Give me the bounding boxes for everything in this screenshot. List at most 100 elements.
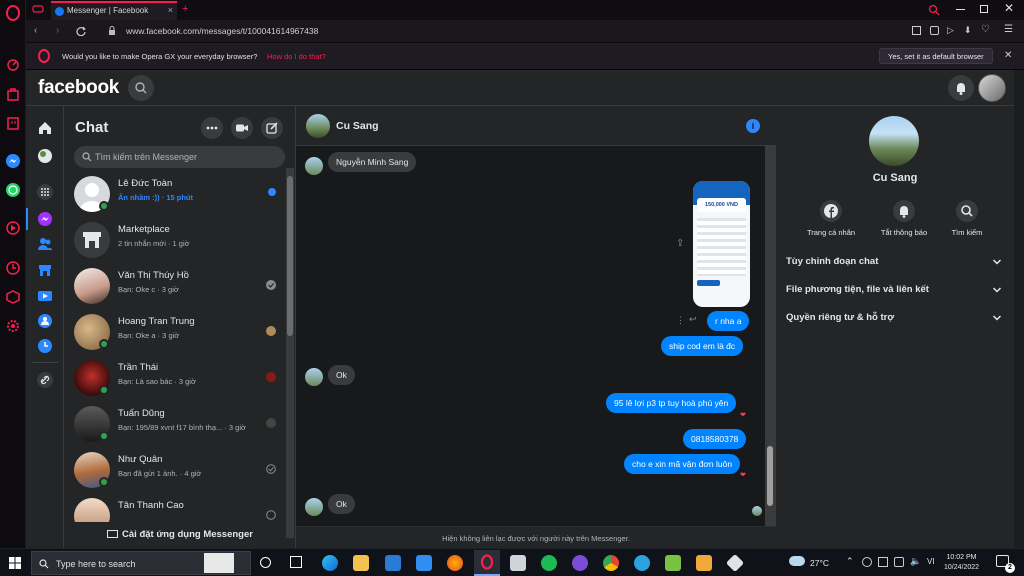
taskbar-search[interactable]: Type here to search xyxy=(31,551,251,575)
heart-reaction-icon[interactable]: ❤ xyxy=(740,411,746,419)
info-icon[interactable]: i xyxy=(746,119,760,133)
contact-avatar[interactable] xyxy=(306,114,330,138)
conversation-item[interactable]: Như Quân Bạn đã gửi 1 ảnh. · 4 giờ xyxy=(64,446,286,492)
cortana-icon[interactable] xyxy=(260,557,271,568)
message-bubble-in[interactable]: Nguyễn Minh Sang xyxy=(328,152,417,172)
conversation-item[interactable]: Marketplace 2 tin nhắn mới · 1 giờ xyxy=(64,216,286,262)
minimize-icon[interactable] xyxy=(956,9,965,10)
conversation-item[interactable]: Trần Thái Bạn: Là sao bác · 3 giờ xyxy=(64,354,286,400)
mail-icon[interactable] xyxy=(416,555,432,571)
message-bubble-out[interactable]: 0818580378 xyxy=(683,429,747,449)
discord-icon[interactable] xyxy=(572,555,588,571)
download-icon[interactable]: ⬇ xyxy=(964,25,972,36)
history-icon[interactable] xyxy=(5,260,21,276)
opera-taskbar-item[interactable] xyxy=(474,550,500,576)
message-image[interactable]: 150,000 VND xyxy=(693,181,750,307)
app-icon[interactable] xyxy=(696,555,712,571)
infobar-link[interactable]: How do I do that? xyxy=(267,52,326,61)
share-icon[interactable]: ▷ xyxy=(947,25,954,36)
page-scrollbar[interactable] xyxy=(1014,70,1024,548)
cube-icon[interactable] xyxy=(5,289,21,305)
telegram-icon[interactable] xyxy=(634,555,650,571)
heart-reaction-icon[interactable]: ❤ xyxy=(740,471,746,479)
conversation-scrollbar[interactable] xyxy=(765,146,775,526)
watch-icon[interactable] xyxy=(37,288,53,304)
tray-icon[interactable] xyxy=(862,557,872,567)
marketplace-icon[interactable] xyxy=(37,262,53,278)
contact-profile-photo[interactable] xyxy=(869,116,919,166)
section-customize-chat[interactable]: Tùy chỉnh đoạn chat xyxy=(786,256,1004,276)
windows-start-icon[interactable] xyxy=(9,557,21,569)
spotify-icon[interactable] xyxy=(541,555,557,571)
messenger-icon[interactable] xyxy=(37,211,53,227)
network-icon[interactable] xyxy=(878,557,888,567)
home-icon[interactable] xyxy=(37,120,53,136)
notifications-button[interactable] xyxy=(948,75,974,101)
scroll-thumb[interactable] xyxy=(287,176,293,336)
link-icon[interactable] xyxy=(37,372,53,388)
message-bubble-in[interactable]: Ok xyxy=(328,365,355,385)
maximize-icon[interactable] xyxy=(980,5,988,13)
more-options-icon[interactable]: ⋮ xyxy=(676,315,685,326)
conversation-item[interactable]: Văn Thị Thúy Hồ Bạn: Oke c · 3 giờ xyxy=(64,262,286,308)
facebook-logo[interactable]: facebook xyxy=(38,77,119,99)
new-video-call-button[interactable] xyxy=(231,117,253,139)
close-tab-icon[interactable]: × xyxy=(168,5,173,15)
weather-temp[interactable]: 27°C xyxy=(810,558,829,568)
friends-icon[interactable] xyxy=(37,236,53,252)
edge-icon[interactable] xyxy=(322,555,338,571)
install-messenger-app[interactable]: Cài đặt ứng dụng Messenger xyxy=(64,524,296,548)
battery-icon[interactable] xyxy=(894,557,904,567)
section-media-files[interactable]: File phương tiện, file và liên kết xyxy=(786,284,1004,304)
tab-messenger[interactable]: Messenger | Facebook × xyxy=(51,1,177,20)
close-infobar-icon[interactable]: ✕ xyxy=(1004,50,1012,61)
speed-dial-icon[interactable] xyxy=(5,56,21,72)
task-view-icon[interactable] xyxy=(290,556,302,568)
close-window-icon[interactable]: ✕ xyxy=(1004,1,1014,15)
menu-icon[interactable]: ☰ xyxy=(1004,24,1013,35)
url-field[interactable]: www.facebook.com/messages/t/100041614967… xyxy=(126,26,318,36)
set-default-button[interactable]: Yes, set it as default browser xyxy=(879,48,993,64)
language-icon[interactable]: VI xyxy=(927,557,935,566)
fb-search-button[interactable] xyxy=(128,75,154,101)
file-explorer-icon[interactable] xyxy=(353,555,369,571)
new-message-button[interactable] xyxy=(261,117,283,139)
message-bubble-in[interactable]: Ok xyxy=(328,494,355,514)
chrome-icon[interactable] xyxy=(603,555,619,571)
tab-menu-icon[interactable] xyxy=(32,4,44,14)
profile-action[interactable]: Trang cá nhân xyxy=(801,200,861,237)
mute-action[interactable]: Tắt thông báo xyxy=(874,200,934,237)
heart-icon[interactable]: ♡ xyxy=(981,24,990,35)
profile-avatar[interactable] xyxy=(978,74,1006,102)
message-bubble-out[interactable]: r nha a xyxy=(707,311,750,331)
contact-name[interactable]: Cu Sang xyxy=(336,120,379,132)
chat-list-scrollbar[interactable] xyxy=(286,168,294,538)
back-icon[interactable]: ‹ xyxy=(34,25,37,36)
settings-icon[interactable] xyxy=(5,318,21,334)
app-icon[interactable] xyxy=(725,553,745,573)
snapshot-icon[interactable] xyxy=(930,26,939,35)
conversation-item[interactable]: Tuấn Dũng Bạn: 195/89 xvnt f17 bình thạ.… xyxy=(64,400,286,446)
globe-icon[interactable] xyxy=(37,148,53,164)
store-icon[interactable] xyxy=(385,555,401,571)
player-icon[interactable] xyxy=(5,220,21,236)
firefox-icon[interactable] xyxy=(447,555,463,571)
volume-icon[interactable]: 🔈 xyxy=(910,556,921,567)
share-icon[interactable]: ⇪ xyxy=(676,238,684,249)
reload-icon[interactable] xyxy=(76,26,86,36)
message-bubble-out[interactable]: cho e xin mã vận đơn luôn xyxy=(624,454,741,474)
bag-icon[interactable] xyxy=(5,86,21,102)
twitch-icon[interactable] xyxy=(5,116,21,132)
app-icon[interactable] xyxy=(665,555,681,571)
section-privacy-support[interactable]: Quyền riêng tư & hỗ trợ xyxy=(786,312,1004,332)
taskbar-clock[interactable]: 10:02 PM 10/24/2022 xyxy=(944,553,979,573)
extensions-icon[interactable] xyxy=(912,26,921,35)
new-tab-button[interactable]: + xyxy=(182,3,188,15)
search-tabs-icon[interactable] xyxy=(928,4,940,16)
messenger-icon[interactable] xyxy=(5,153,21,169)
message-bubble-out[interactable]: 95 lê lợi p3 tp tuy hoà phú yên xyxy=(606,393,737,413)
options-button[interactable] xyxy=(201,117,223,139)
conversation-item[interactable]: Hoang Tran Trung Bạn: Oke a · 3 giờ xyxy=(64,308,286,354)
tray-chevron-icon[interactable]: ⌃ xyxy=(846,556,854,567)
conversation-item[interactable]: Tân Thanh Cao xyxy=(64,492,286,522)
